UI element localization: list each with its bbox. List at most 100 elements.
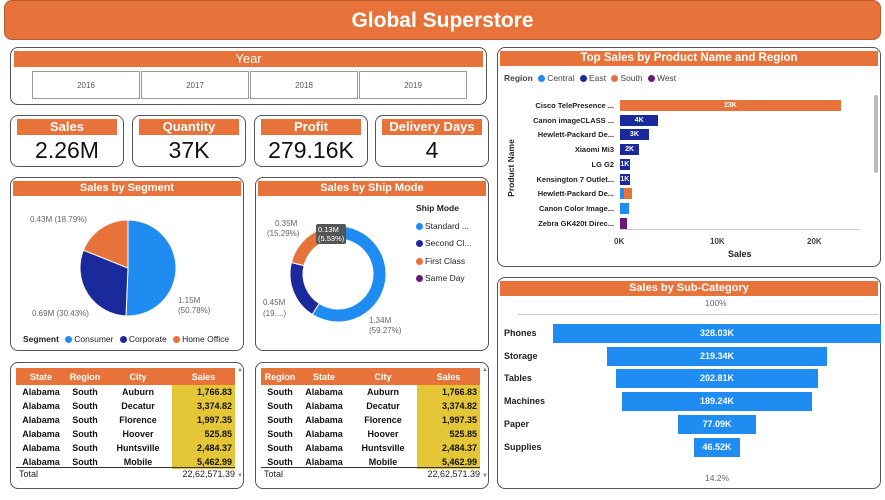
table-row[interactable]: Alabama South Decatur 3,374.82 — [16, 399, 235, 413]
bar-central[interactable] — [620, 202, 629, 214]
col-header-state[interactable]: State — [16, 368, 66, 385]
year-button-2017[interactable]: 2017 — [141, 71, 249, 99]
year-button-2018[interactable]: 2018 — [250, 71, 358, 99]
subcategory-card: Sales by Sub-Category 100% Phones 328.03K… — [497, 277, 881, 489]
table1-scrollbar[interactable]: ▲ ▼ — [237, 367, 243, 479]
funnel-bar[interactable]: 219.34K — [607, 346, 827, 366]
bar-south[interactable]: 23K — [620, 100, 841, 111]
table-row[interactable]: South Alabama Huntsville 2,484.37 — [261, 441, 480, 455]
col-header-state[interactable]: State — [299, 368, 349, 385]
table-cell: Florence — [119, 415, 157, 425]
col-header-region[interactable]: Region — [261, 368, 299, 385]
funnel-bar[interactable]: 46.52K — [693, 437, 741, 457]
table-cell: South — [267, 401, 293, 411]
bar-south[interactable] — [623, 188, 632, 200]
table-row[interactable]: Alabama South Auburn 1,766.83 — [16, 385, 235, 399]
col-header-region[interactable]: Region — [66, 368, 104, 385]
col-header-city[interactable]: City — [349, 368, 417, 385]
scroll-up-icon[interactable]: ▲ — [482, 367, 488, 373]
slice-consumer[interactable] — [125, 219, 177, 317]
table2-scrollbar[interactable]: ▲ ▼ — [482, 367, 488, 479]
funnel-bar[interactable]: 77.09K — [678, 414, 756, 434]
kpi-quantity-value: 37K — [168, 137, 210, 163]
product-label: Zebra GK420t Direc... — [538, 218, 614, 228]
dashboard-title: Global Superstore — [4, 0, 881, 40]
col-header-sales[interactable]: Sales — [417, 368, 480, 385]
col-header-city[interactable]: City — [104, 368, 172, 385]
segment-label-homeoffice: 0.43M (18.79%) — [30, 215, 87, 224]
segment-legend: Segment Consumer Corporate Home Office — [23, 334, 229, 344]
table-cell: Decatur — [366, 401, 400, 411]
table-row[interactable]: South Alabama Florence 1,997.35 — [261, 413, 480, 427]
funnel-label: Phones — [504, 328, 537, 338]
scroll-up-icon[interactable]: ▲ — [237, 367, 243, 373]
funnel-bar[interactable]: 328.03K — [553, 324, 881, 343]
funnel-bottom-pct: 14.2% — [705, 473, 730, 483]
bar-east[interactable]: 1K — [620, 158, 630, 170]
table-row[interactable]: Alabama South Huntsville 2,484.37 — [16, 441, 235, 455]
table-cell: South — [72, 387, 98, 397]
year-button-2016[interactable]: 2016 — [32, 71, 140, 99]
legend-consumer[interactable]: Consumer — [74, 334, 113, 344]
table-cell: South — [267, 387, 293, 397]
kpi-profit-value: 279.16K — [268, 137, 354, 163]
x-axis-line — [620, 229, 860, 230]
legend-standard[interactable]: Standard ... — [425, 221, 469, 231]
bar-east[interactable]: 1K — [620, 173, 630, 185]
table-row[interactable]: Alabama South Florence 1,997.35 — [16, 413, 235, 427]
table-cell: Florence — [364, 415, 402, 425]
table-cell: Alabama — [305, 429, 343, 439]
table-cell: South — [72, 429, 98, 439]
bar-east[interactable]: 3K — [620, 129, 649, 141]
legend-first-class[interactable]: First Class — [425, 256, 465, 266]
table-cell: Alabama — [22, 429, 60, 439]
legend-same-day[interactable]: Same Day — [425, 273, 465, 283]
bar-value-label: 1K — [620, 160, 630, 168]
table-cell: South — [267, 429, 293, 439]
table-cell: Alabama — [22, 443, 60, 453]
legend-home-office[interactable]: Home Office — [182, 334, 229, 344]
x-tick-10k: 10K — [710, 237, 725, 246]
table-cell: South — [267, 415, 293, 425]
segment-label-corporate: 0.69M (30.43%) — [32, 309, 89, 318]
scroll-down-icon[interactable]: ▼ — [237, 473, 243, 479]
homeoffice-dot-icon — [173, 336, 181, 344]
legend-second-class[interactable]: Second Cl... — [425, 238, 471, 248]
table-cell: 525.85 — [172, 427, 235, 441]
sales-table-region: Region State City Sales South Alabama Aubu… — [261, 368, 480, 469]
slice-second-cl-[interactable] — [289, 261, 320, 316]
funnel-label: Supplies — [504, 441, 542, 452]
bar-east[interactable]: 2K — [620, 144, 640, 156]
shipmode-label-firstclass-value: 0.35M — [275, 219, 298, 228]
table2-total-value: 22,62,571.39 — [427, 469, 480, 479]
table-cell: South — [267, 443, 293, 453]
table-cell: South — [72, 415, 98, 425]
table-row[interactable]: South Alabama Hoover 525.85 — [261, 427, 480, 441]
product-label: Canon Color Image... — [538, 203, 614, 213]
year-button-2019[interactable]: 2019 — [359, 71, 467, 99]
table-cell: Alabama — [22, 401, 60, 411]
table-row[interactable]: Alabama South Hoover 525.85 — [16, 427, 235, 441]
kpi-sales-label: Sales — [17, 119, 117, 135]
table-cell: Alabama — [305, 415, 343, 425]
table-cell: Auburn — [367, 387, 399, 397]
scroll-down-icon[interactable]: ▼ — [482, 473, 488, 479]
segment-legend-title: Segment — [23, 334, 59, 344]
top-sales-scrollbar[interactable] — [874, 95, 878, 173]
bar-value-label: 1K — [620, 175, 630, 183]
funnel-bar[interactable]: 189.24K — [622, 392, 812, 412]
funnel-bar[interactable]: 202.81K — [615, 369, 819, 389]
table-row[interactable]: South Alabama Auburn 1,766.83 — [261, 385, 480, 399]
table-cell: Alabama — [305, 387, 343, 397]
table-row[interactable]: South Alabama Decatur 3,374.82 — [261, 399, 480, 413]
standard-dot-icon — [416, 222, 423, 230]
kpi-delivery-label: Delivery Days — [382, 119, 482, 135]
kpi-delivery-value: 4 — [425, 137, 439, 163]
bar-west[interactable] — [620, 217, 627, 229]
table-cell: 525.85 — [417, 427, 480, 441]
bar-east[interactable]: 4K — [620, 114, 659, 126]
legend-corporate[interactable]: Corporate — [129, 334, 167, 344]
col-header-sales[interactable]: Sales — [172, 368, 235, 385]
funnel-label: Tables — [504, 373, 532, 384]
funnel-label: Machines — [504, 396, 546, 407]
